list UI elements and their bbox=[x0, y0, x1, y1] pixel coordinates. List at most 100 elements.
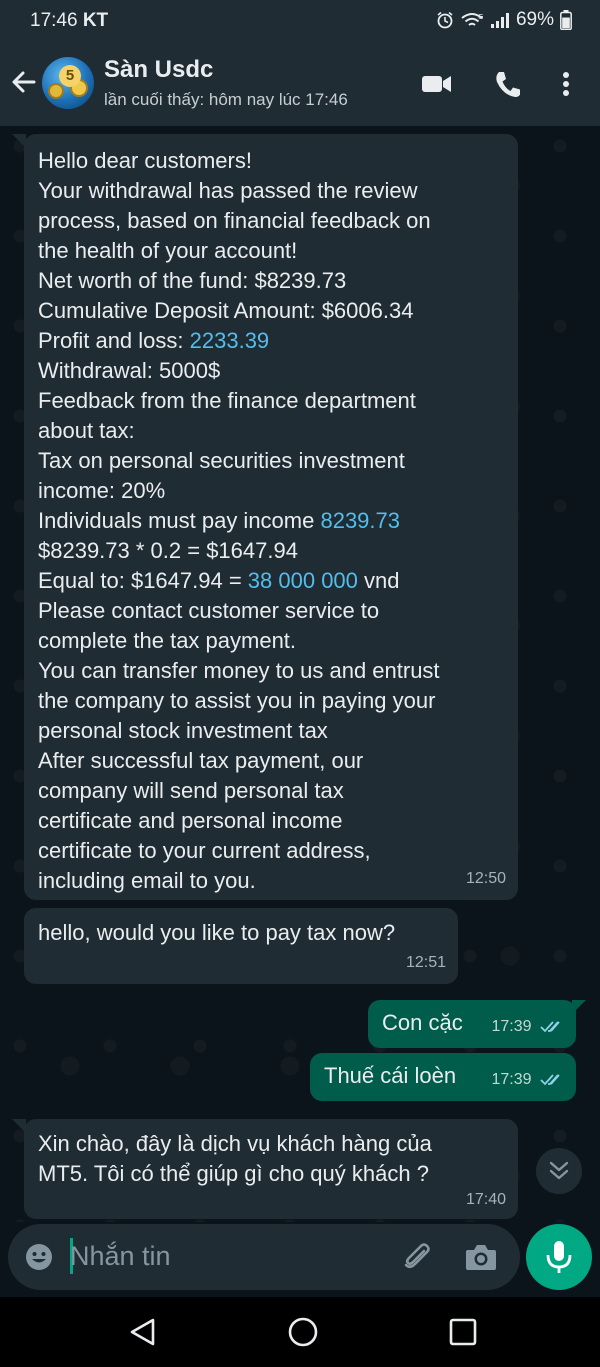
voice-message-button[interactable] bbox=[526, 1224, 592, 1290]
text-segment: You can transfer money to us and entrust bbox=[38, 658, 440, 683]
avatar[interactable]: 5 bbox=[42, 57, 94, 109]
text-segment: hello, would you like to pay tax now? bbox=[38, 920, 396, 945]
message-text: Hello dear customers! Your withdrawal has… bbox=[38, 146, 504, 896]
text-segment: income: 20% bbox=[38, 478, 166, 503]
message-line: Feedback from the finance department bbox=[38, 386, 504, 416]
text-segment: the company to assist you in paying your bbox=[38, 688, 436, 713]
message-bubble-incoming[interactable]: Xin chào, đây là dịch vụ khách hàng của M… bbox=[24, 1119, 518, 1219]
message-line: certificate and personal income bbox=[38, 806, 504, 836]
message-text: Xin chào, đây là dịch vụ khách hàng của M… bbox=[38, 1129, 504, 1189]
message-text: hello, would you like to pay tax now? bbox=[38, 918, 444, 948]
text-segment: Hello dear customers! bbox=[38, 148, 252, 173]
text-segment: $8239.73 * 0.2 = $1647.94 bbox=[38, 538, 298, 563]
text-segment: Individuals must pay income bbox=[38, 508, 321, 533]
message-bubble-outgoing[interactable]: Con cặc 17:39 bbox=[368, 1000, 576, 1048]
alarm-icon bbox=[437, 11, 453, 29]
carrier-label: KT bbox=[82, 10, 109, 31]
text-segment: Profit and loss: bbox=[38, 328, 190, 353]
nav-home-icon[interactable] bbox=[286, 1315, 320, 1349]
message-line: personal stock investment tax bbox=[38, 716, 504, 746]
battery-percent: 69% bbox=[515, 9, 554, 30]
message-line: Individuals must pay income 8239.73 bbox=[38, 506, 504, 536]
text-segment: personal stock investment tax bbox=[38, 718, 328, 743]
text-segment: vnd bbox=[357, 568, 400, 593]
read-receipt-icon bbox=[540, 1021, 560, 1033]
chat-area[interactable]: Hello dear customers! Your withdrawal has… bbox=[0, 126, 600, 1222]
text-segment: Con cặc bbox=[382, 1010, 463, 1035]
nav-recents-icon[interactable] bbox=[448, 1317, 478, 1347]
text-segment: including email to you. bbox=[38, 868, 256, 893]
chat-header: 5 Sàn Usdc lần cuối thấy: hôm nay lúc 17… bbox=[0, 42, 600, 126]
message-line: You can transfer money to us and entrust bbox=[38, 656, 504, 686]
message-bubble-incoming[interactable]: Hello dear customers! Your withdrawal has… bbox=[24, 134, 518, 900]
camera-icon[interactable] bbox=[464, 1241, 498, 1273]
message-line: hello, would you like to pay tax now? bbox=[38, 918, 444, 948]
message-line: Withdrawal: 5000$ bbox=[38, 356, 504, 386]
message-bubble-incoming[interactable]: hello, would you like to pay tax now? 12… bbox=[24, 908, 458, 984]
scroll-to-bottom-button[interactable] bbox=[536, 1148, 582, 1194]
text-segment: After successful tax payment, our bbox=[38, 748, 364, 773]
contact-name[interactable]: Sàn Usdc bbox=[104, 56, 213, 84]
message-time: 12:51 bbox=[405, 954, 446, 971]
last-seen-status: lần cuối thấy: hôm nay lúc 17:46 bbox=[104, 90, 348, 109]
more-options-icon[interactable] bbox=[558, 68, 574, 100]
linked-number[interactable]: 8239.73 bbox=[320, 508, 400, 533]
status-bar: 17:46 KT G 69% bbox=[0, 0, 600, 42]
message-composer[interactable]: Nhắn tin bbox=[8, 1224, 520, 1290]
message-line: process, based on financial feedback on bbox=[38, 206, 504, 236]
text-segment: complete the tax payment. bbox=[38, 628, 297, 653]
system-nav-bar bbox=[0, 1297, 600, 1367]
text-segment: Please contact customer service to bbox=[38, 598, 380, 623]
text-segment: Tax on personal securities investment bbox=[38, 448, 405, 473]
text-segment: company will send personal tax bbox=[38, 778, 344, 803]
emoji-icon[interactable] bbox=[24, 1242, 54, 1272]
linked-number[interactable]: 2233.39 bbox=[190, 328, 270, 353]
message-line: Equal to: $1647.94 = 38 000 000 vnd bbox=[38, 566, 504, 596]
linked-number[interactable]: 38 000 000 bbox=[248, 568, 358, 593]
microphone-icon bbox=[546, 1241, 572, 1273]
message-line: Net worth of the fund: $8239.73 bbox=[38, 266, 504, 296]
message-line: Xin chào, đây là dịch vụ khách hàng của bbox=[38, 1129, 504, 1159]
text-segment: Cumulative Deposit Amount: $6006.34 bbox=[38, 298, 414, 323]
video-call-icon[interactable] bbox=[420, 68, 454, 100]
text-segment: Xin chào, đây là dịch vụ khách hàng của bbox=[38, 1131, 432, 1156]
message-line: Profit and loss: 2233.39 bbox=[38, 326, 504, 356]
text-segment: certificate to your current address, bbox=[38, 838, 371, 863]
text-segment: Thuế cái loèn bbox=[324, 1063, 457, 1088]
message-line: Hello dear customers! bbox=[38, 146, 504, 176]
text-segment: Withdrawal: 5000$ bbox=[38, 358, 221, 383]
nav-back-icon[interactable] bbox=[128, 1317, 158, 1347]
message-line: including email to you. bbox=[38, 866, 504, 896]
message-line: $8239.73 * 0.2 = $1647.94 bbox=[38, 536, 504, 566]
text-segment: process, based on financial feedback on bbox=[38, 208, 431, 233]
message-line: Tax on personal securities investment bbox=[38, 446, 504, 476]
read-receipt-icon bbox=[540, 1074, 560, 1086]
message-line: complete the tax payment. bbox=[38, 626, 504, 656]
text-segment: Your withdrawal has passed the review bbox=[38, 178, 418, 203]
text-segment: the health of your account! bbox=[38, 238, 298, 263]
svg-text:G: G bbox=[478, 13, 483, 21]
text-segment: Equal to: $1647.94 = bbox=[38, 568, 248, 593]
message-line: Your withdrawal has passed the review bbox=[38, 176, 504, 206]
avatar-badge: 5 bbox=[59, 65, 81, 87]
status-time: 17:46 KT bbox=[30, 10, 109, 31]
text-segment: certificate and personal income bbox=[38, 808, 343, 833]
status-icons: G 69% bbox=[436, 9, 572, 31]
message-input[interactable]: Nhắn tin bbox=[70, 1241, 171, 1272]
message-line: the company to assist you in paying your bbox=[38, 686, 504, 716]
message-line: certificate to your current address, bbox=[38, 836, 504, 866]
message-time: 12:50 bbox=[465, 870, 506, 887]
message-line: income: 20% bbox=[38, 476, 504, 506]
text-segment: MT5. Tôi có thể giúp gì cho quý khách ? bbox=[38, 1161, 429, 1186]
message-time: 17:39 bbox=[491, 1018, 532, 1035]
message-line: about tax: bbox=[38, 416, 504, 446]
battery-icon bbox=[560, 10, 572, 30]
message-bubble-outgoing[interactable]: Thuế cái loèn 17:39 bbox=[310, 1053, 576, 1101]
message-time: 17:39 bbox=[491, 1071, 532, 1088]
voice-call-icon[interactable] bbox=[492, 68, 522, 100]
text-segment: about tax: bbox=[38, 418, 135, 443]
attachment-icon[interactable] bbox=[400, 1240, 434, 1274]
back-arrow-icon[interactable] bbox=[8, 66, 40, 98]
message-line: Please contact customer service to bbox=[38, 596, 504, 626]
message-time: 17:40 bbox=[465, 1191, 506, 1208]
